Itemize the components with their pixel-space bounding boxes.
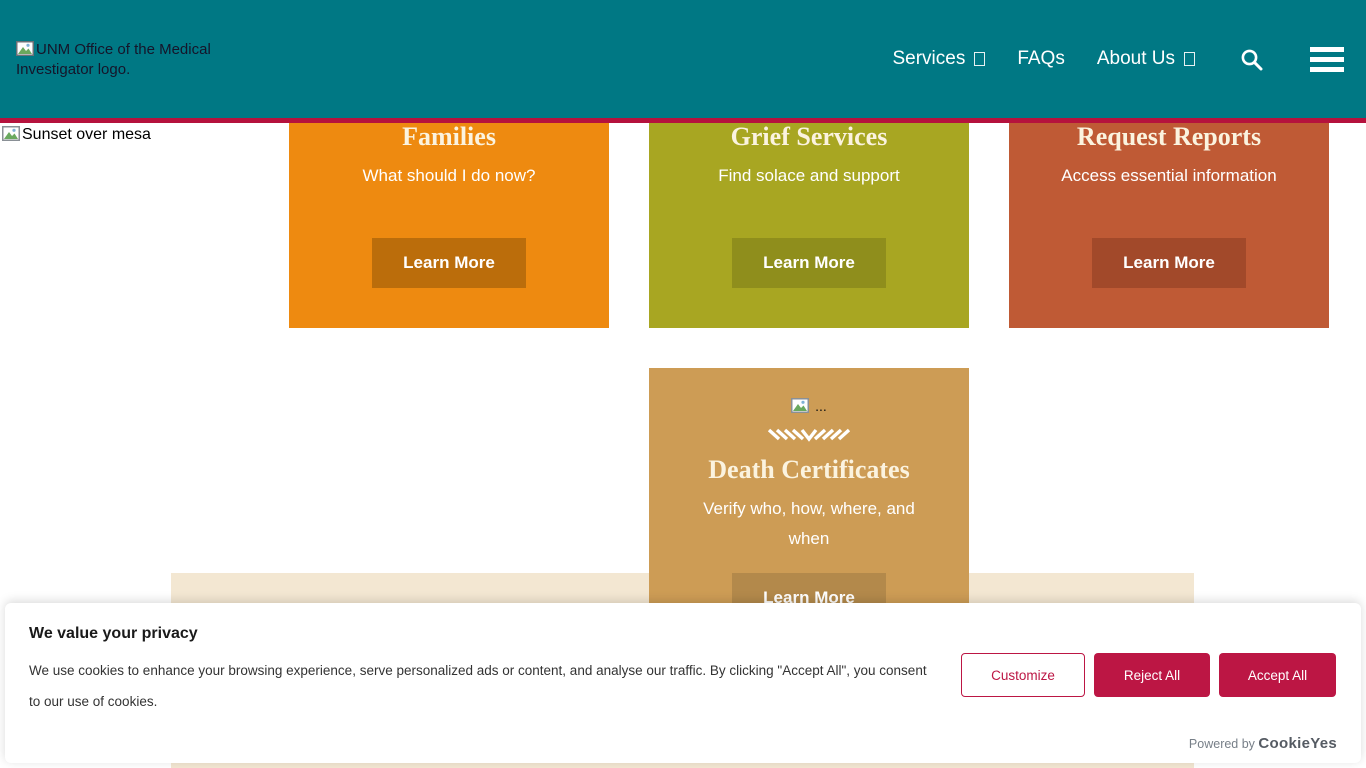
nav-item-about-us[interactable]: About Us bbox=[1097, 48, 1195, 70]
nav-item-services[interactable]: Services bbox=[892, 48, 985, 70]
card-families-title: Families bbox=[289, 123, 609, 152]
card-families-learn-more-button[interactable]: Learn More bbox=[372, 238, 526, 288]
cookie-banner-actions: Customize Reject All Accept All bbox=[961, 653, 1336, 697]
card-families-subtitle: What should I do now? bbox=[289, 161, 609, 191]
card-death-icon-alt-text: ... bbox=[815, 398, 827, 414]
hero-image-broken: Sunset over mesa bbox=[2, 126, 151, 144]
card-grief-subtitle: Find solace and support bbox=[649, 161, 969, 191]
nav-faqs-label: FAQs bbox=[1017, 48, 1065, 70]
card-families: Families What should I do now? Learn Mor… bbox=[289, 123, 609, 328]
site-logo-alt-text: UNM Office of the Medical Investigator l… bbox=[16, 41, 211, 78]
cookieyes-logo: CookieYes bbox=[1258, 735, 1337, 752]
customize-button[interactable]: Customize bbox=[961, 653, 1085, 697]
card-death-title: Death Certificates bbox=[649, 456, 969, 485]
card-death-subtitle: Verify who, how, where, and when bbox=[649, 494, 969, 554]
page: Sunset over mesa Families What should I … bbox=[0, 0, 1366, 768]
broken-image-icon bbox=[791, 398, 809, 413]
nav-item-faqs[interactable]: FAQs bbox=[1017, 48, 1065, 70]
nav-services-label: Services bbox=[892, 48, 965, 70]
chevron-divider-icon bbox=[768, 426, 850, 443]
site-header: UNM Office of the Medical Investigator l… bbox=[0, 0, 1366, 118]
card-grief-title: Grief Services bbox=[649, 123, 969, 152]
card-grief-learn-more-button[interactable]: Learn More bbox=[732, 238, 886, 288]
site-logo-broken[interactable]: UNM Office of the Medical Investigator l… bbox=[16, 40, 256, 80]
cookie-consent-banner: We value your privacy We use cookies to … bbox=[5, 603, 1361, 763]
card-grief-services: Grief Services Find solace and support L… bbox=[649, 123, 969, 328]
cookie-banner-message: We use cookies to enhance your browsing … bbox=[29, 656, 934, 717]
hero-image-alt-text: Sunset over mesa bbox=[22, 126, 151, 143]
search-icon[interactable] bbox=[1239, 47, 1264, 72]
nav-about-label: About Us bbox=[1097, 48, 1175, 70]
accept-all-button[interactable]: Accept All bbox=[1219, 653, 1336, 697]
hamburger-menu-icon[interactable] bbox=[1310, 47, 1344, 72]
header-accent-strip bbox=[0, 118, 1366, 123]
dropdown-placeholder-icon bbox=[1184, 52, 1195, 66]
broken-image-icon bbox=[16, 41, 34, 56]
card-death-broken-image: ... bbox=[649, 398, 969, 414]
powered-by[interactable]: Powered by CookieYes bbox=[1189, 735, 1337, 752]
powered-by-prefix: Powered by bbox=[1189, 737, 1255, 751]
main-nav: Services FAQs About Us bbox=[892, 0, 1344, 118]
cookie-banner-title: We value your privacy bbox=[29, 625, 1337, 643]
dropdown-placeholder-icon bbox=[974, 52, 985, 66]
card-reports-learn-more-button[interactable]: Learn More bbox=[1092, 238, 1246, 288]
reject-all-button[interactable]: Reject All bbox=[1094, 653, 1210, 697]
broken-image-icon bbox=[2, 126, 20, 141]
card-request-reports: Request Reports Access essential informa… bbox=[1009, 123, 1329, 328]
card-reports-subtitle: Access essential information bbox=[1009, 161, 1329, 191]
card-reports-title: Request Reports bbox=[1009, 123, 1329, 152]
